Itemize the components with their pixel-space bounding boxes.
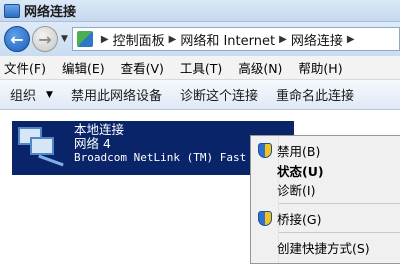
control-panel-icon	[76, 31, 93, 47]
context-disable[interactable]: 禁用(B)	[251, 139, 400, 161]
breadcrumb[interactable]: ▶ 控制面板 ▶ 网络和 Internet ▶ 网络连接 ▶	[71, 27, 400, 51]
breadcrumb-control-panel[interactable]: 控制面板	[113, 30, 165, 49]
menu-help[interactable]: 帮助(H)	[298, 58, 342, 77]
rename-connection-button[interactable]: 重命名此连接	[276, 85, 354, 104]
forward-button[interactable]: →	[32, 26, 58, 52]
menu-edit[interactable]: 编辑(E)	[62, 58, 105, 77]
breadcrumb-network-connections[interactable]: 网络连接	[291, 30, 343, 49]
breadcrumb-separator[interactable]: ▶	[279, 34, 287, 45]
organize-button[interactable]: 组织	[10, 85, 36, 104]
disable-device-button[interactable]: 禁用此网络设备	[71, 85, 162, 104]
context-diagnose[interactable]: 诊断(I)	[251, 178, 400, 200]
context-menu: 禁用(B) 状态(U) 诊断(I) 桥接(G) 创建快捷方式(S)	[250, 135, 400, 264]
recent-pages-dropdown[interactable]: ▼	[61, 34, 68, 44]
title-bar: 网络连接	[0, 0, 400, 22]
connection-name: 本地连接	[74, 122, 125, 137]
menu-file[interactable]: 文件(F)	[4, 58, 46, 77]
menu-view[interactable]: 查看(V)	[121, 58, 164, 77]
menu-bar: 文件(F) 编辑(E) 查看(V) 工具(T) 高级(N) 帮助(H)	[0, 56, 400, 80]
breadcrumb-separator[interactable]: ▶	[101, 34, 109, 45]
address-bar: ← → ▼ ▶ 控制面板 ▶ 网络和 Internet ▶ 网络连接 ▶	[0, 22, 400, 56]
shield-icon	[258, 211, 272, 226]
command-toolbar: 组织 ▼ 禁用此网络设备 诊断这个连接 重命名此连接	[0, 80, 400, 110]
breadcrumb-network-internet[interactable]: 网络和 Internet	[180, 30, 275, 49]
context-diagnose-label: 诊断(I)	[277, 182, 316, 198]
context-menu-separator	[279, 203, 400, 204]
network-connections-icon	[4, 3, 20, 18]
context-menu-separator	[279, 232, 400, 233]
connection-device: Broadcom NetLink (TM) Fast	[74, 151, 247, 164]
window-title: 网络连接	[24, 5, 77, 20]
back-arrow-icon: ←	[10, 29, 24, 49]
context-disable-label: 禁用(B)	[277, 143, 321, 159]
context-bridge-label: 桥接(G)	[277, 211, 322, 227]
network-adapter-icon	[16, 123, 70, 173]
diagnose-connection-button[interactable]: 诊断这个连接	[180, 85, 258, 104]
context-create-shortcut-label: 创建快捷方式(S)	[277, 240, 370, 256]
shield-icon	[258, 143, 272, 158]
back-button[interactable]: ←	[4, 26, 30, 52]
forward-arrow-icon: →	[38, 29, 52, 49]
menu-advanced[interactable]: 高级(N)	[238, 58, 282, 77]
context-create-shortcut[interactable]: 创建快捷方式(S)	[251, 236, 400, 258]
breadcrumb-separator[interactable]: ▶	[347, 34, 355, 45]
menu-tools[interactable]: 工具(T)	[180, 58, 222, 77]
context-bridge[interactable]: 桥接(G)	[251, 207, 400, 229]
chevron-down-icon[interactable]: ▼	[46, 90, 53, 100]
context-status-label: 状态(U)	[277, 163, 324, 179]
breadcrumb-separator[interactable]: ▶	[169, 34, 177, 45]
connection-network: 网络 4	[74, 136, 111, 151]
